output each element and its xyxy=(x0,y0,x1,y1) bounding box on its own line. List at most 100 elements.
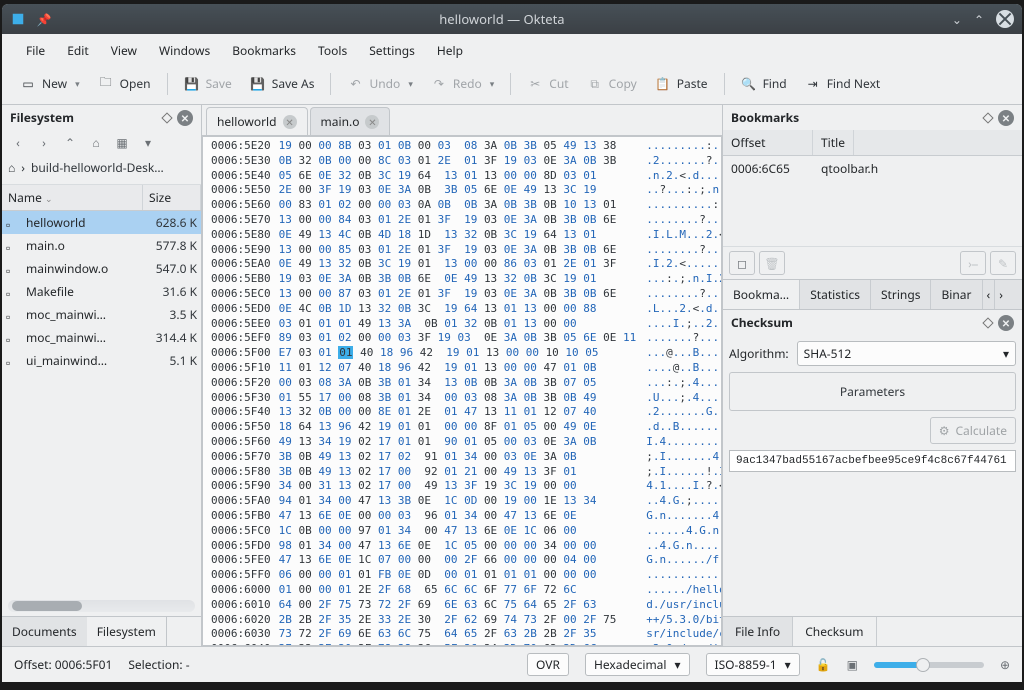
file-icon: ▫ xyxy=(6,239,20,253)
copy-button[interactable]: ⧉Copy xyxy=(579,71,645,96)
col-offset[interactable]: Offset xyxy=(723,130,813,155)
save-as-button[interactable]: 💾Save As xyxy=(242,71,323,96)
bookmarks-title: Bookmarks xyxy=(731,109,799,126)
status-ovr[interactable]: OVR xyxy=(527,653,569,676)
close-pane-icon[interactable]: ✕ xyxy=(998,315,1014,331)
tab-scroll-left[interactable]: ‹ xyxy=(983,280,996,309)
file-row[interactable]: ▫moc_mainwi…3.5 K xyxy=(2,303,201,326)
redo-icon: ↷ xyxy=(431,76,447,92)
nav-fwd-icon[interactable]: › xyxy=(36,134,52,151)
find-next-button[interactable]: ⇥Find Next xyxy=(797,71,889,96)
tab-binary[interactable]: Binar xyxy=(931,280,982,309)
nav-back-icon[interactable]: ‹ xyxy=(10,134,26,151)
new-button[interactable]: ▭New▾ xyxy=(12,71,88,96)
file-row[interactable]: ▫moc_mainwi…314.4 K xyxy=(2,326,201,349)
tab-bookmarks[interactable]: Bookma… xyxy=(723,280,800,309)
col-name[interactable]: Name ⌄ xyxy=(2,185,143,210)
close-pane-icon[interactable]: ✕ xyxy=(177,110,193,126)
redo-button[interactable]: ↷Redo▾ xyxy=(423,71,502,96)
undo-button[interactable]: ↶Undo▾ xyxy=(339,71,420,96)
breadcrumb-sep: › xyxy=(21,159,25,176)
detach-icon[interactable] xyxy=(982,317,993,328)
folder-open-icon: 🗀 xyxy=(98,76,114,92)
menu-settings[interactable]: Settings xyxy=(359,38,425,63)
tab-filesystem[interactable]: Filesystem xyxy=(87,617,167,646)
zoom-slider[interactable] xyxy=(874,662,984,668)
file-row[interactable]: ▫Makefile31.6 K xyxy=(2,280,201,303)
file-icon: ▫ xyxy=(6,262,20,276)
save-icon: 💾 xyxy=(184,76,200,92)
home-icon[interactable]: ⌂ xyxy=(8,159,15,176)
cut-icon: ✂ xyxy=(527,76,543,92)
copy-icon: ⧉ xyxy=(587,76,603,92)
zoom-reset-icon[interactable]: ⊕ xyxy=(1000,656,1010,673)
menu-tools[interactable]: Tools xyxy=(308,38,357,63)
nav-home-icon[interactable]: ⌂ xyxy=(88,134,104,151)
hash-output[interactable]: 9ac1347bad55167acbefbee95ce9f4c8c67f4476… xyxy=(729,450,1016,472)
close-pane-icon[interactable]: ✕ xyxy=(998,110,1014,126)
close-tab-icon[interactable]: ✕ xyxy=(283,115,297,129)
tab-strings[interactable]: Strings xyxy=(871,280,932,309)
nav-view-icon[interactable]: ▦ xyxy=(114,134,130,151)
file-row[interactable]: ▫helloworld628.6 K xyxy=(2,211,201,234)
menu-file[interactable]: File xyxy=(16,38,55,63)
maximize-icon[interactable]: ⌃ xyxy=(974,11,984,28)
tab-file-info[interactable]: File Info xyxy=(723,617,793,646)
app-icon xyxy=(10,11,26,27)
menu-windows[interactable]: Windows xyxy=(149,38,220,63)
cut-button[interactable]: ✂Cut xyxy=(519,71,576,96)
detach-icon[interactable] xyxy=(161,112,172,123)
bookmark-edit-icon[interactable]: ✎ xyxy=(990,251,1016,275)
file-icon: ▫ xyxy=(6,285,20,299)
status-offset: Offset: 0006:5F01 xyxy=(14,656,112,673)
tab-documents[interactable]: Documents xyxy=(2,617,87,646)
close-tab-icon[interactable]: ✕ xyxy=(365,115,379,129)
tab-main-o[interactable]: main.o✕ xyxy=(310,107,391,135)
file-row[interactable]: ▫mainwindow.o547.0 K xyxy=(2,257,201,280)
hex-editor[interactable]: 0006:5E20 0006:5E30 0006:5E40 0006:5E50 … xyxy=(202,136,722,646)
col-title[interactable]: Title xyxy=(813,130,854,155)
file-row[interactable]: ▫main.o577.8 K xyxy=(2,234,201,257)
fit-icon[interactable]: ▣ xyxy=(847,656,858,673)
tab-statistics[interactable]: Statistics xyxy=(800,280,871,309)
open-button[interactable]: 🗀Open xyxy=(90,71,159,96)
filesystem-pane: Filesystem ✕ ‹ › ⌃ ⌂ ▦ ▾ ⌂ › build-hello… xyxy=(2,105,202,646)
menu-view[interactable]: View xyxy=(101,38,147,63)
lock-icon[interactable]: 🔓 xyxy=(816,656,831,673)
search-icon: 🔍 xyxy=(741,76,757,92)
breadcrumb[interactable]: build-helloworld-Desk… xyxy=(31,159,164,176)
calculate-button[interactable]: ⚙Calculate xyxy=(930,417,1016,444)
find-button[interactable]: 🔍Find xyxy=(733,71,795,96)
save-button[interactable]: 💾Save xyxy=(176,71,240,96)
detach-icon[interactable] xyxy=(982,112,993,123)
menu-edit[interactable]: Edit xyxy=(57,38,98,63)
tab-scroll-right[interactable]: › xyxy=(995,280,1007,309)
titlebar: 📌 helloworld — Okteta ⌄ ⌃ xyxy=(2,4,1022,34)
nav-up-icon[interactable]: ⌃ xyxy=(62,134,78,151)
minimize-icon[interactable]: ⌄ xyxy=(952,11,962,28)
bookmark-goto-icon[interactable]: ›⎯ xyxy=(960,251,986,275)
algorithm-select[interactable]: SHA-512▾ xyxy=(797,341,1016,366)
parameters-box: Parameters xyxy=(729,372,1016,411)
h-scrollbar[interactable] xyxy=(8,600,195,612)
pin-icon[interactable]: 📌 xyxy=(36,11,52,27)
bookmark-add-icon[interactable]: ◻ xyxy=(729,251,755,275)
algorithm-label: Algorithm: xyxy=(729,345,789,362)
bookmark-row[interactable]: 0006:6C65 qtoolbar.h xyxy=(723,156,1022,181)
tab-helloworld[interactable]: helloworld✕ xyxy=(206,107,308,135)
tab-checksum[interactable]: Checksum xyxy=(793,617,876,646)
nav-menu-icon[interactable]: ▾ xyxy=(140,134,156,151)
file-row[interactable]: ▫ui_mainwind…5.1 K xyxy=(2,349,201,372)
file-icon: ▫ xyxy=(6,216,20,230)
bookmark-delete-icon[interactable]: 🗑 xyxy=(759,251,785,275)
col-size[interactable]: Size xyxy=(143,185,201,210)
charset-select[interactable]: ISO-8859-1▾ xyxy=(706,653,800,676)
menu-bookmarks[interactable]: Bookmarks xyxy=(222,38,306,63)
file-icon: ▫ xyxy=(6,308,20,322)
paste-button[interactable]: 📋Paste xyxy=(647,71,716,96)
coding-select[interactable]: Hexadecimal▾ xyxy=(585,653,690,676)
filesystem-title: Filesystem xyxy=(10,109,74,126)
close-icon[interactable] xyxy=(996,10,1014,28)
chevron-down-icon: ▾ xyxy=(1003,345,1009,362)
menu-help[interactable]: Help xyxy=(427,38,473,63)
